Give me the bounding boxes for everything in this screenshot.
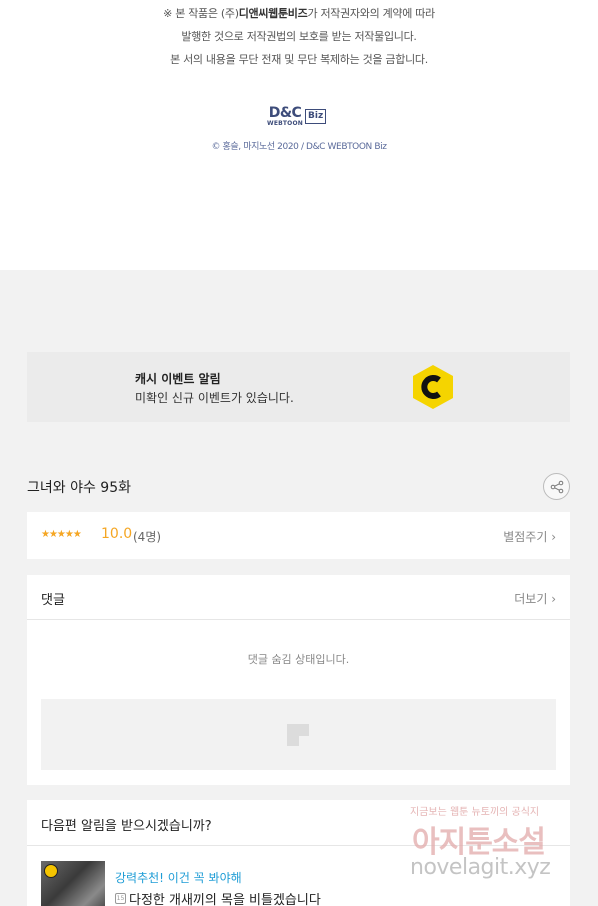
- recommend-title: 다정한 개새끼의 목을 비틀겠습니다: [129, 893, 321, 906]
- dc-webtoon-biz-logo: D&C WEBTOON Biz: [267, 106, 327, 127]
- copyright-notice-line2: 발행한 것으로 저작권법의 보호를 받는 저작물입니다.: [181, 30, 417, 43]
- copyright-text: © 홍슬, 마지노선 2020 / D&C WEBTOON Biz: [211, 142, 387, 152]
- rating-score: 10.0: [101, 526, 133, 542]
- comments-card: 댓글 더보기 › 댓글 숨김 상태입니다.: [27, 575, 570, 785]
- cash-event-subtitle: 미확인 신규 이벤트가 있습니다.: [135, 391, 294, 405]
- share-button[interactable]: [543, 473, 570, 500]
- comments-hidden-message: 댓글 숨김 상태입니다.: [247, 653, 350, 666]
- image-placeholder-icon: [287, 724, 309, 746]
- copyright-notice-line3: 본 서의 내용을 무단 전재 및 무단 복제하는 것을 금합니다.: [170, 53, 428, 66]
- comments-header: 댓글 더보기 ›: [27, 575, 570, 620]
- comments-more-button[interactable]: 더보기 ›: [514, 590, 556, 607]
- recommend-title-row[interactable]: 15 다정한 개새끼의 목을 비틀겠습니다: [115, 889, 321, 906]
- rating-count: (4명): [133, 530, 162, 544]
- rate-button[interactable]: 별점주기 ›: [503, 528, 556, 545]
- clock-badge-icon: [44, 864, 58, 878]
- share-icon: [550, 480, 563, 493]
- cash-event-title: 캐시 이벤트 알림: [135, 372, 221, 386]
- cash-event-banner[interactable]: 캐시 이벤트 알림 미확인 신규 이벤트가 있습니다.: [27, 352, 570, 422]
- ad-placeholder: [41, 699, 556, 770]
- copyright-section: ※ 본 작품은 (주)디앤씨웹툰비즈가 저작권자와의 계약에 따라 발행한 것으…: [0, 0, 598, 270]
- age-rating-icon: 15: [115, 893, 126, 904]
- next-episode-alert-title: 다음편 알림을 받으시겠습니까?: [41, 819, 212, 834]
- comments-title: 댓글: [41, 593, 65, 608]
- next-episode-header[interactable]: 다음편 알림을 받으시겠습니까?: [27, 800, 570, 846]
- rating-card: ★★★★★ 10.0 (4명) 별점주기 ›: [27, 512, 570, 559]
- episode-title: 그녀와 야수 95화: [27, 480, 131, 496]
- recommend-thumbnail[interactable]: [41, 861, 105, 906]
- next-episode-card: 다음편 알림을 받으시겠습니까? 강력추천! 이건 꼭 봐야해 15 다정한 개…: [27, 800, 570, 906]
- rating-stars: ★★★★★: [41, 529, 82, 540]
- recommend-label[interactable]: 강력추천! 이건 꼭 봐야해: [115, 869, 242, 886]
- copyright-notice-line1: ※ 본 작품은 (주)디앤씨웹툰비즈가 저작권자와의 계약에 따라: [163, 7, 435, 20]
- cash-c-icon: [413, 365, 453, 409]
